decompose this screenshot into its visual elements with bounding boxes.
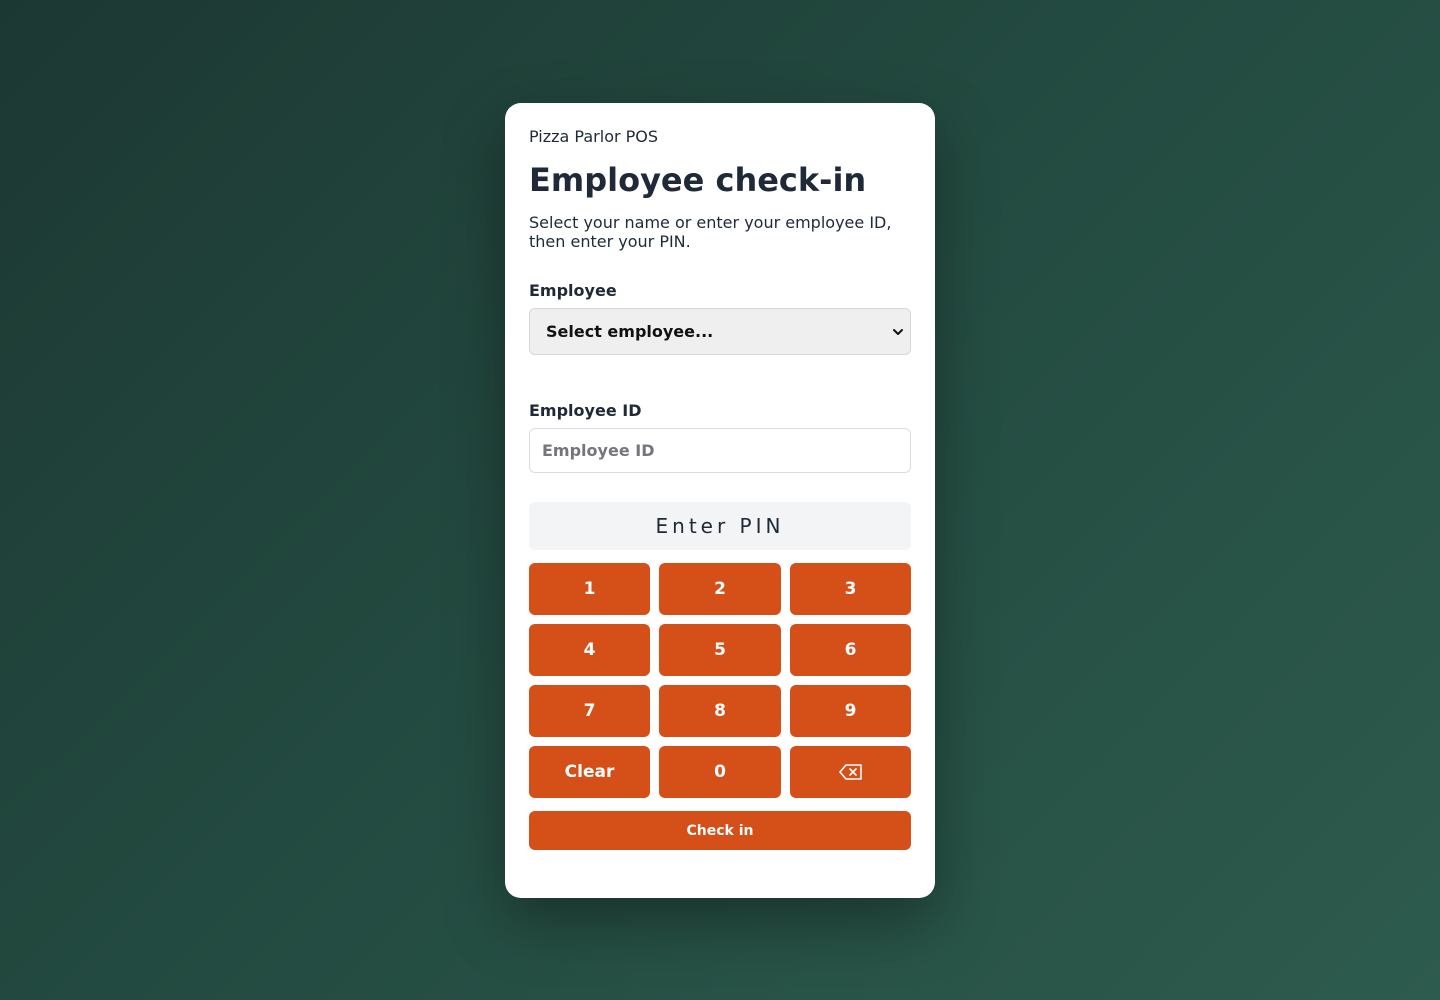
brand-name: Pizza Parlor POS: [529, 127, 659, 146]
checkin-card: Pizza Parlor POS Employee check-in Selec…: [505, 103, 935, 898]
key-8[interactable]: 8: [659, 685, 781, 737]
page-subtitle: Select your name or enter your employee …: [529, 213, 892, 251]
key-3[interactable]: 3: [790, 563, 911, 615]
chevron-down-icon: [891, 324, 905, 338]
employee-id-placeholder: Employee ID: [542, 441, 655, 460]
key-9[interactable]: 9: [790, 685, 911, 737]
employee-id-input[interactable]: Employee ID: [529, 428, 911, 473]
key-2[interactable]: 2: [659, 563, 781, 615]
employee-label: Employee: [529, 281, 617, 300]
key-4[interactable]: 4: [529, 624, 650, 676]
page-title: Employee check-in: [529, 161, 867, 199]
clear-button[interactable]: Clear: [529, 746, 650, 798]
backspace-button[interactable]: [790, 746, 911, 798]
pin-display: Enter PIN: [529, 502, 911, 550]
key-0[interactable]: 0: [659, 746, 781, 798]
key-1[interactable]: 1: [529, 563, 650, 615]
key-5[interactable]: 5: [659, 624, 781, 676]
pin-keypad: 1 2 3 4 5 6 7 8 9 Clear 0: [529, 563, 911, 798]
employee-id-label: Employee ID: [529, 401, 642, 420]
key-7[interactable]: 7: [529, 685, 650, 737]
backspace-icon: [838, 764, 863, 780]
check-in-button[interactable]: Check in: [529, 811, 911, 850]
employee-select[interactable]: Select employee...: [529, 308, 911, 355]
key-6[interactable]: 6: [790, 624, 911, 676]
employee-select-value: Select employee...: [546, 322, 714, 341]
